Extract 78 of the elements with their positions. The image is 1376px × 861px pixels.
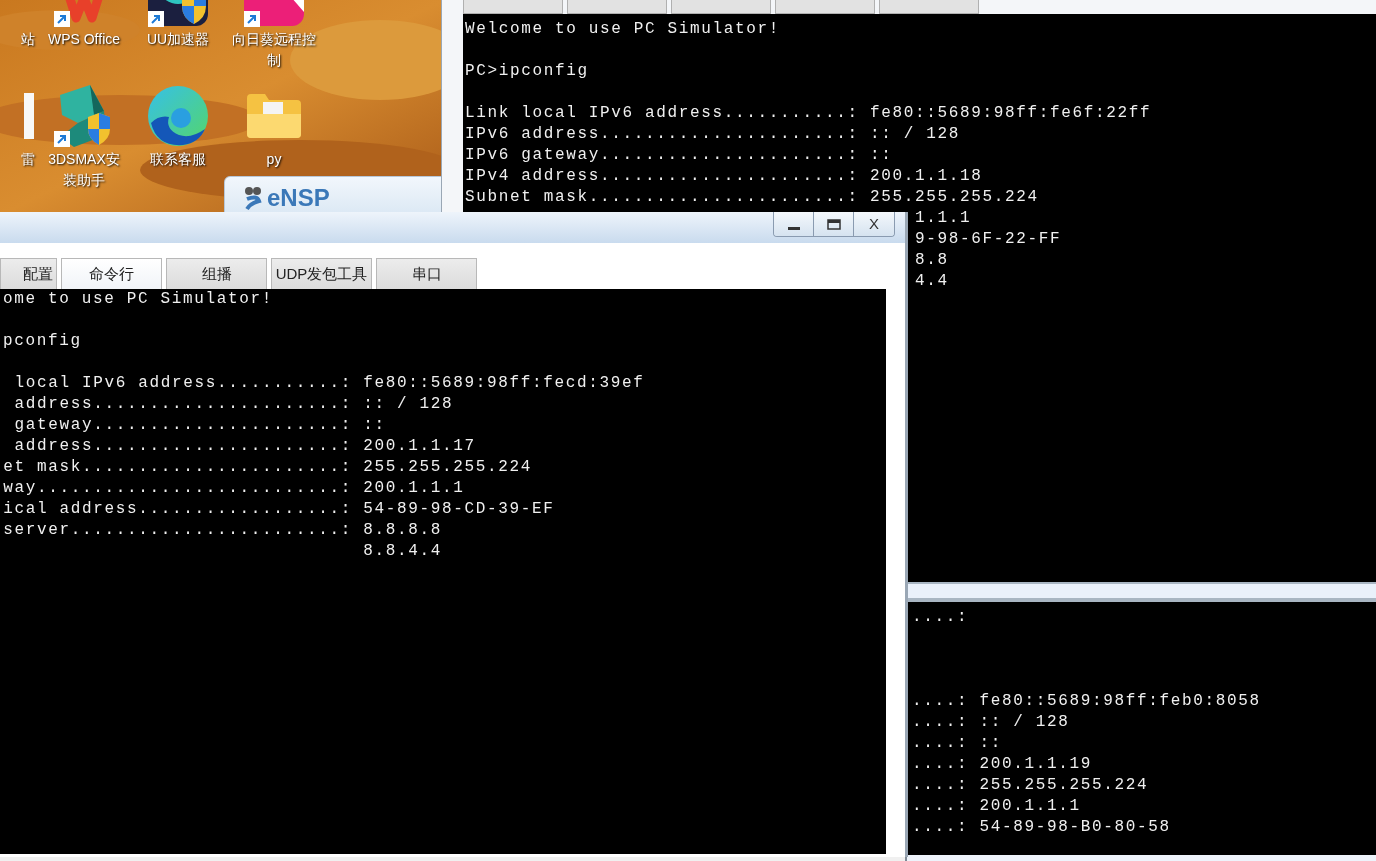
terminal-label: IPv6 gateway......................: bbox=[465, 145, 859, 166]
terminal-line: Welcome to use PC Simulator! bbox=[465, 19, 781, 40]
terminal-label: Subnet mask.......................: bbox=[465, 187, 859, 208]
terminal-label: ....: bbox=[912, 691, 969, 712]
terminal-line: 4.4 bbox=[915, 271, 949, 292]
terminal-label: et mask.......................: bbox=[3, 457, 352, 478]
desktop-icon-label[interactable]: 3DSMAX安 装助手 bbox=[48, 149, 120, 191]
terminal-value: 54-89-98-B0-80-58 bbox=[979, 817, 1171, 838]
app-title: eNSP bbox=[267, 185, 330, 211]
terminal-label: ....: bbox=[912, 733, 969, 754]
desktop-icon-label[interactable]: WPS Office bbox=[47, 29, 121, 50]
terminal-label: IPv4 address......................: bbox=[465, 166, 859, 187]
tab[interactable] bbox=[879, 0, 979, 14]
terminal-line: ome to use PC Simulator! bbox=[3, 289, 274, 310]
terminal-label: address......................: bbox=[14, 436, 352, 457]
maximize-button[interactable] bbox=[814, 212, 854, 236]
terminal-value: 255.255.255.224 bbox=[363, 457, 533, 478]
terminal-value: :: bbox=[979, 733, 1003, 754]
terminal-value: :: / 128 bbox=[363, 394, 454, 415]
terminal-line: 9-98-6F-22-FF bbox=[915, 229, 1062, 250]
terminal-label: ....: bbox=[912, 796, 969, 817]
tab[interactable]: 命令行 bbox=[61, 258, 162, 289]
document-icon bbox=[24, 93, 34, 139]
terminal-value: 255.255.255.224 bbox=[979, 775, 1149, 796]
desktop-icon-label[interactable]: UU加速器 bbox=[146, 29, 210, 50]
terminal-label: ical address..................: bbox=[3, 499, 352, 520]
terminal-label: ....: bbox=[912, 712, 969, 733]
tab[interactable] bbox=[671, 0, 771, 14]
logo-icon bbox=[243, 185, 263, 211]
terminal-line: 1.1.1 bbox=[915, 208, 972, 229]
terminal-label: way...........................: bbox=[3, 478, 352, 499]
desktop-icon-label[interactable]: py bbox=[266, 149, 282, 170]
terminal-label: address......................: bbox=[14, 394, 352, 415]
terminal-line: ....: bbox=[912, 607, 969, 628]
terminal-value: fe80::5689:98ff:fe6f:22ff bbox=[870, 103, 1152, 124]
terminal-label: ....: bbox=[912, 775, 969, 796]
desktop-icon-label[interactable]: 向日葵远程控 制 bbox=[232, 29, 316, 71]
desktop-icon-label[interactable]: 联系客服 bbox=[150, 149, 206, 170]
close-button[interactable]: X bbox=[854, 212, 894, 236]
terminal-label: ....: bbox=[912, 754, 969, 775]
terminal-value: 8.8.8.8 bbox=[363, 520, 442, 541]
terminal-label: IPv6 address......................: bbox=[465, 124, 859, 145]
terminal-label: ....: bbox=[912, 817, 969, 838]
terminal-line: pconfig bbox=[3, 331, 82, 352]
tab[interactable] bbox=[463, 0, 563, 14]
terminal-value: 54-89-98-CD-39-EF bbox=[363, 499, 555, 520]
terminal-label: gateway......................: bbox=[14, 415, 352, 436]
terminal-value: 200.1.1.18 bbox=[870, 166, 983, 187]
terminal-value: 200.1.1.19 bbox=[979, 754, 1093, 775]
tab[interactable]: 串口 bbox=[376, 258, 477, 289]
folder-icon bbox=[247, 94, 301, 138]
terminal-label: Link local IPv6 address...........: bbox=[465, 103, 859, 124]
terminal-label: server........................: bbox=[3, 520, 352, 541]
terminal-value: 200.1.1.17 bbox=[363, 436, 476, 457]
terminal-label: local IPv6 address...........: bbox=[14, 373, 352, 394]
minimize-button[interactable] bbox=[774, 212, 814, 236]
terminal-value: fe80::5689:98ff:fecd:39ef bbox=[363, 373, 645, 394]
terminal-line: 8.8 bbox=[915, 250, 949, 271]
terminal-value: :: bbox=[363, 415, 386, 436]
tab[interactable] bbox=[775, 0, 875, 14]
terminal-value: :: / 128 bbox=[870, 124, 961, 145]
tab[interactable]: UDP发包工具 bbox=[271, 258, 372, 289]
desktop-icon-label[interactable]: 站 bbox=[21, 29, 35, 50]
maximize-icon bbox=[826, 218, 841, 230]
terminal-value: 8.8.4.4 bbox=[363, 541, 442, 562]
browser-icon bbox=[147, 85, 209, 147]
terminal-value: :: bbox=[870, 145, 893, 166]
terminal-value: 255.255.255.224 bbox=[870, 187, 1039, 208]
tab[interactable]: 配置 bbox=[0, 258, 57, 289]
tab[interactable]: 组播 bbox=[166, 258, 267, 289]
minimize-icon bbox=[787, 227, 800, 230]
terminal-line: PC>ipconfig bbox=[465, 61, 589, 82]
tab[interactable] bbox=[567, 0, 667, 14]
terminal-value: 200.1.1.1 bbox=[979, 796, 1081, 817]
terminal-value: :: / 128 bbox=[979, 712, 1070, 733]
terminal-value: 200.1.1.1 bbox=[363, 478, 465, 499]
desktop-icon-label[interactable]: 雷 bbox=[21, 149, 35, 170]
terminal-value: fe80::5689:98ff:feb0:8058 bbox=[979, 691, 1261, 712]
